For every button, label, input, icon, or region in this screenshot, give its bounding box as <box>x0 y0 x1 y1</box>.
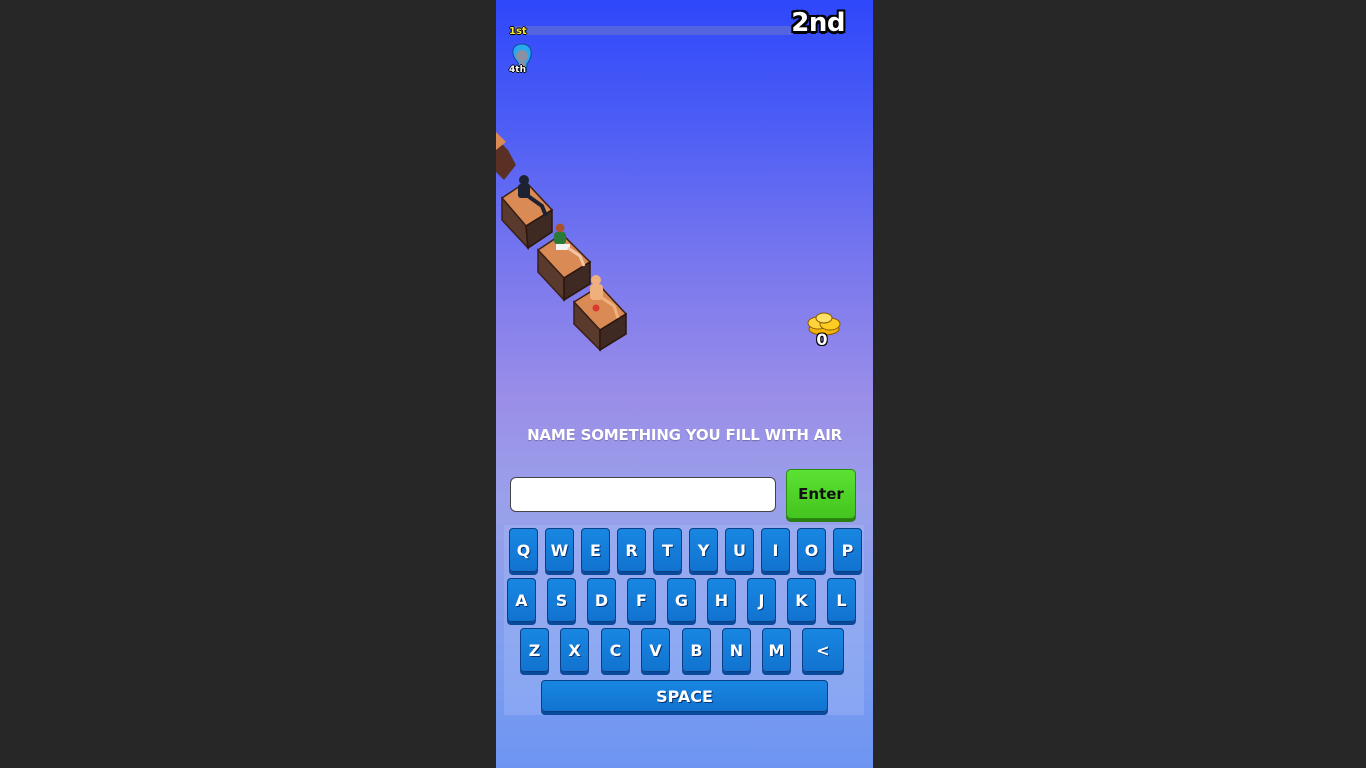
enter-button[interactable]: Enter <box>786 469 856 519</box>
key-m[interactable]: M <box>762 628 791 672</box>
key-s[interactable]: S <box>547 578 576 622</box>
key-b[interactable]: B <box>682 628 711 672</box>
key-x[interactable]: X <box>560 628 589 672</box>
game-screen: 1st 2nd 4th 0 NAME SOMETHING YOU FILL WI… <box>496 0 873 768</box>
current-rank-label: 2nd <box>791 8 845 38</box>
key-f[interactable]: F <box>627 578 656 622</box>
race-progress-bar <box>512 26 794 35</box>
key-l[interactable]: L <box>827 578 856 622</box>
answer-input[interactable] <box>510 477 776 512</box>
crate-block <box>496 132 516 180</box>
key-i[interactable]: I <box>761 528 790 572</box>
key-e[interactable]: E <box>581 528 610 572</box>
question-prompt: NAME SOMETHING YOU FILL WITH AIR <box>527 426 842 444</box>
key-r[interactable]: R <box>617 528 646 572</box>
backspace-key[interactable]: < <box>802 628 844 672</box>
key-k[interactable]: K <box>787 578 816 622</box>
key-p[interactable]: P <box>833 528 862 572</box>
key-o[interactable]: O <box>797 528 826 572</box>
keyboard-row-1: Q W E R T Y U I O P <box>504 528 864 574</box>
key-h[interactable]: H <box>707 578 736 622</box>
space-key[interactable]: SPACE <box>541 680 828 712</box>
race-track-scene <box>496 132 628 352</box>
crate-block <box>536 233 592 302</box>
key-t[interactable]: T <box>653 528 682 572</box>
keyboard-row-2: A S D F G H J K L <box>504 578 864 624</box>
key-c[interactable]: C <box>601 628 630 672</box>
key-u[interactable]: U <box>725 528 754 572</box>
key-g[interactable]: G <box>667 578 696 622</box>
key-y[interactable]: Y <box>689 528 718 572</box>
key-d[interactable]: D <box>587 578 616 622</box>
key-j[interactable]: J <box>747 578 776 622</box>
coin-count: 0 <box>816 330 828 349</box>
on-screen-keyboard: Q W E R T Y U I O P A S D F G H J K L Z … <box>504 525 864 715</box>
key-v[interactable]: V <box>641 628 670 672</box>
key-q[interactable]: Q <box>509 528 538 572</box>
keyboard-row-3: Z X C V B N M < <box>504 628 864 674</box>
key-z[interactable]: Z <box>520 628 549 672</box>
key-a[interactable]: A <box>507 578 536 622</box>
leader-rank-label: 1st <box>509 26 527 37</box>
key-w[interactable]: W <box>545 528 574 572</box>
key-n[interactable]: N <box>722 628 751 672</box>
player-rank-label: 4th <box>509 65 526 75</box>
